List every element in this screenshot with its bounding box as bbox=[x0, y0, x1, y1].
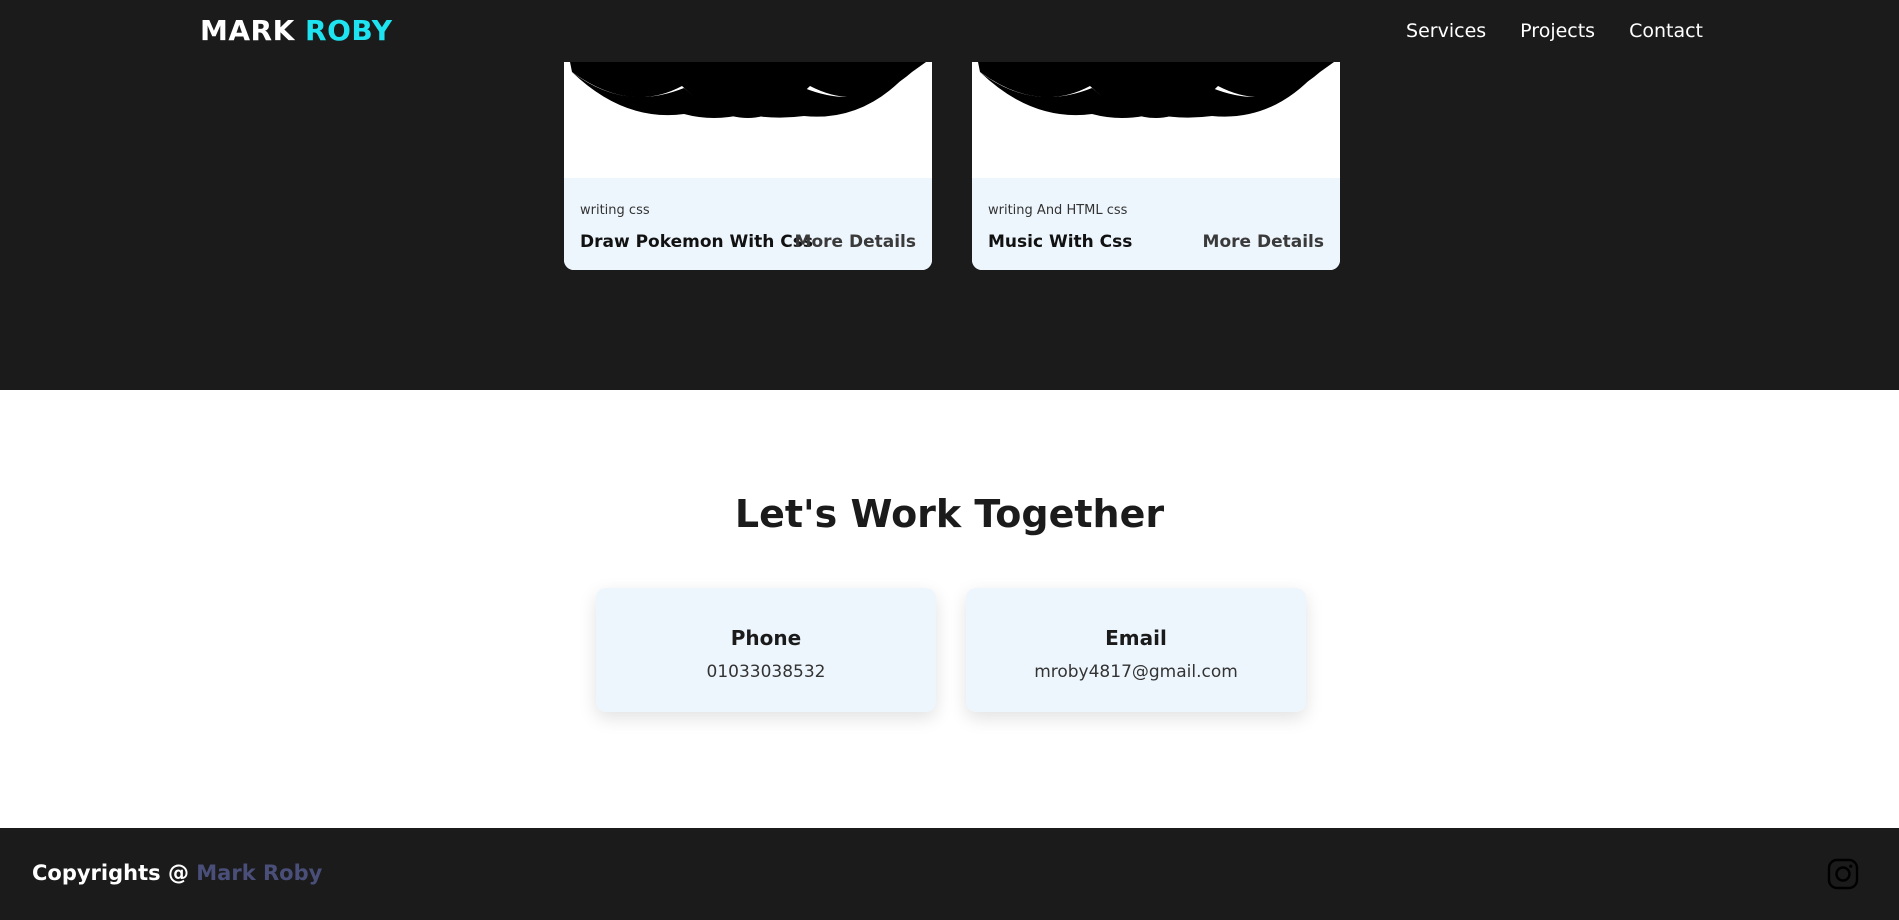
logo-first: MARK bbox=[200, 14, 295, 47]
project-tag: writing And HTML css bbox=[988, 203, 1128, 218]
project-card[interactable]: writing And HTML css Music With Css More… bbox=[972, 62, 1340, 270]
phone-label: Phone bbox=[730, 626, 802, 650]
contact-heading: Let's Work Together bbox=[734, 492, 1165, 536]
logo-second: ROBY bbox=[305, 14, 393, 47]
main-nav: Services Projects Contact bbox=[1406, 20, 1703, 42]
nav-link-services[interactable]: Services bbox=[1406, 20, 1486, 42]
project-title: Draw Pokemon With Css bbox=[580, 232, 813, 252]
project-meta: writing And HTML css Music With Css More… bbox=[972, 178, 1340, 270]
site-logo[interactable]: MARK ROBY bbox=[200, 14, 393, 47]
email-card: Email mroby4817@gmail.com bbox=[966, 588, 1306, 712]
project-image bbox=[564, 62, 932, 178]
site-header: MARK ROBY Services Projects Contact bbox=[0, 0, 1899, 62]
project-card[interactable]: writing css Draw Pokemon With Css More D… bbox=[564, 62, 932, 270]
email-value[interactable]: mroby4817@gmail.com bbox=[966, 662, 1306, 682]
mustache-illustration bbox=[978, 62, 1334, 118]
email-label: Email bbox=[1105, 626, 1167, 650]
phone-card: Phone 01033038532 bbox=[596, 588, 936, 712]
nav-link-projects[interactable]: Projects bbox=[1520, 20, 1595, 42]
contact-section: Let's Work Together Phone 01033038532 Em… bbox=[0, 390, 1899, 828]
phone-value[interactable]: 01033038532 bbox=[596, 662, 936, 682]
project-meta: writing css Draw Pokemon With Css More D… bbox=[564, 178, 932, 270]
project-title: Music With Css bbox=[988, 232, 1133, 252]
project-image bbox=[972, 62, 1340, 178]
nav-link-contact[interactable]: Contact bbox=[1629, 20, 1703, 42]
copyright-text: Copyrights @ Mark Roby bbox=[32, 861, 322, 885]
instagram-icon[interactable] bbox=[1827, 858, 1859, 890]
more-details-link[interactable]: More Details bbox=[1203, 232, 1324, 252]
mustache-illustration bbox=[570, 62, 926, 118]
copyright-owner[interactable]: Mark Roby bbox=[196, 861, 322, 885]
more-details-link[interactable]: More Details bbox=[795, 232, 916, 252]
site-footer: Copyrights @ Mark Roby bbox=[0, 828, 1899, 920]
project-tag: writing css bbox=[580, 203, 650, 218]
copyright-prefix: Copyrights @ bbox=[32, 861, 189, 885]
